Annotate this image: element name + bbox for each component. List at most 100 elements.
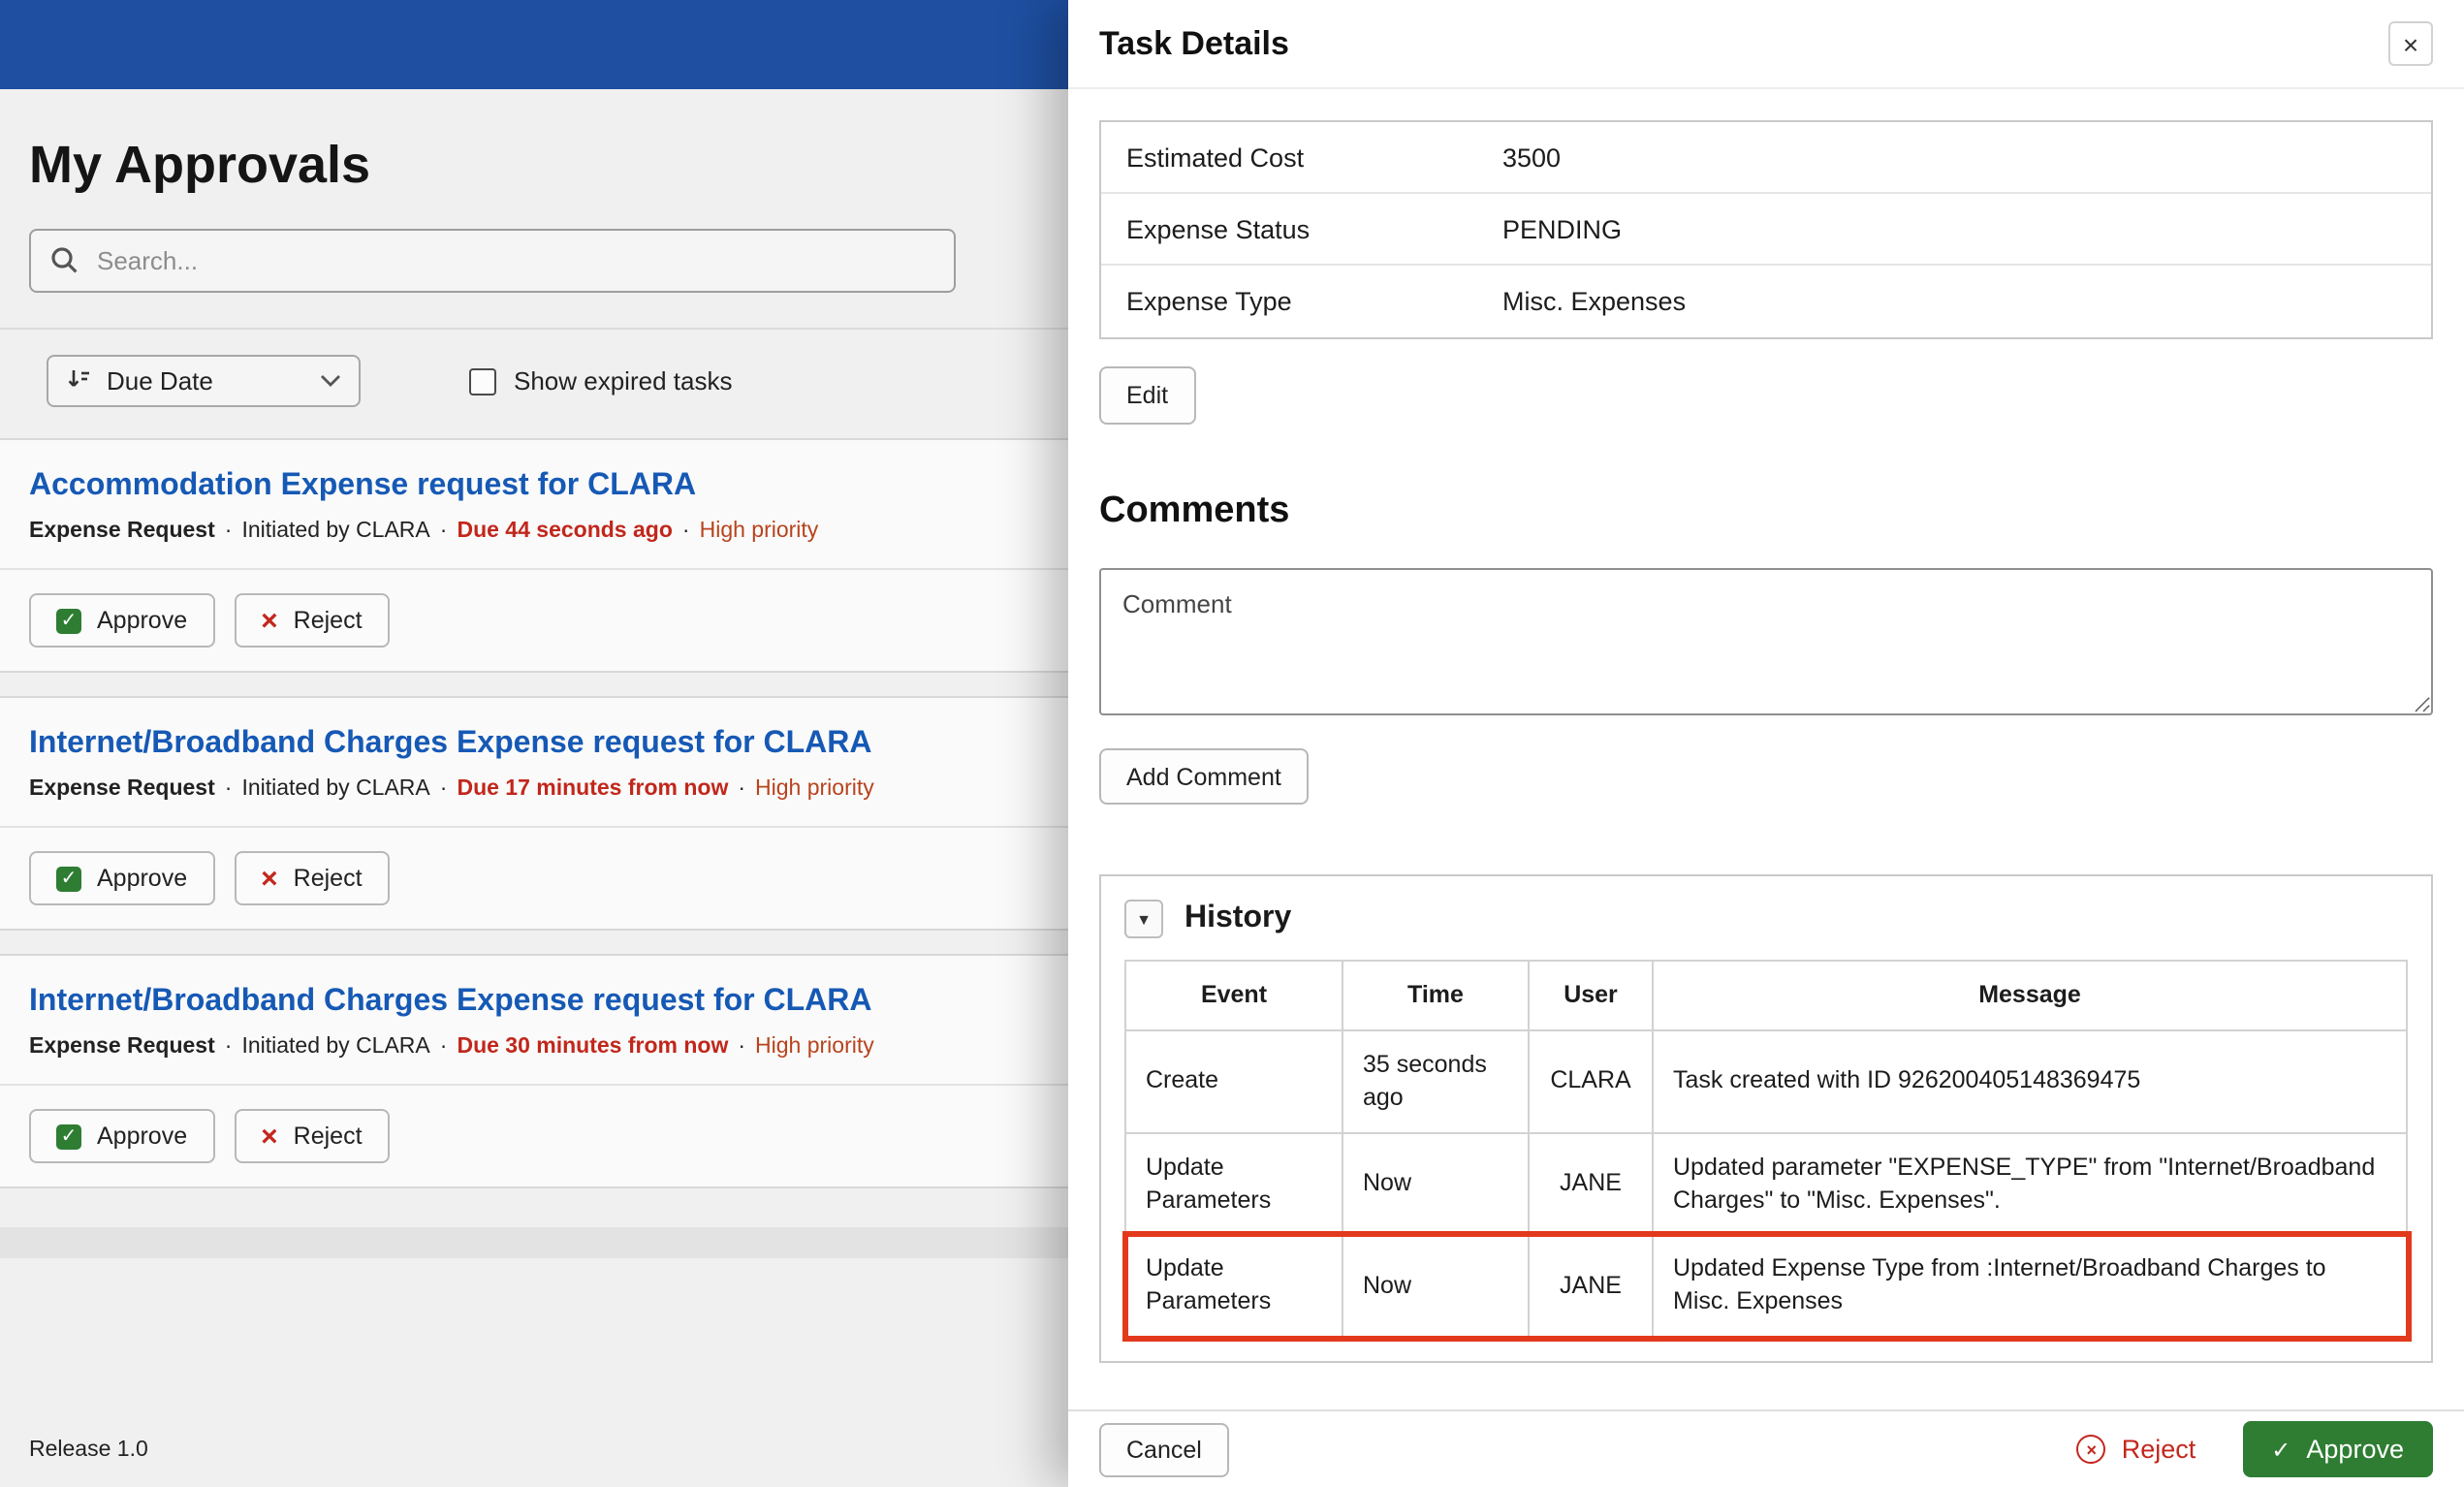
approve-task-button[interactable]: ✓ Approve	[2242, 1421, 2433, 1477]
history-row: Update Parameters Now JANE Updated param…	[1124, 1131, 2408, 1236]
separator: ·	[681, 520, 690, 543]
approve-label: Approve	[97, 607, 188, 634]
history-cell-message: Updated parameter "EXPENSE_TYPE" from "I…	[1652, 1131, 2408, 1236]
history-cell-time: Now	[1342, 1233, 1530, 1339]
task-priority: High priority	[755, 1035, 874, 1059]
history-cell-event: Update Parameters	[1124, 1233, 1343, 1339]
details-row: Expense Type Misc. Expenses	[1101, 266, 2431, 337]
history-row: Create 35 seconds ago CLARA Task created…	[1124, 1028, 2408, 1134]
history-col-header: Message	[1652, 960, 2408, 1031]
history-heading: History	[1185, 902, 1292, 934]
task-priority: High priority	[755, 777, 874, 801]
history-col-header: User	[1528, 960, 1654, 1031]
triangle-down-icon: ▼	[1136, 910, 1152, 928]
reject-label: Reject	[293, 607, 363, 634]
history-cell-time: Now	[1342, 1131, 1530, 1236]
details-label: Estimated Cost	[1126, 142, 1305, 172]
details-row: Estimated Cost 3500	[1101, 122, 2431, 194]
close-icon: ×	[2402, 28, 2419, 59]
history-cell-user: JANE	[1528, 1131, 1654, 1236]
history-cell-user: JANE	[1528, 1233, 1654, 1339]
reject-button[interactable]: × Reject	[234, 593, 390, 648]
task-type: Expense Request	[29, 777, 215, 801]
history-header-row: Event Time User Message	[1124, 960, 2408, 1031]
task-due: Due 44 seconds ago	[457, 520, 673, 543]
history-row-highlighted: Update Parameters Now JANE Updated Expen…	[1121, 1230, 2411, 1342]
x-icon: ×	[261, 1120, 278, 1153]
history-cell-message: Updated Expense Type from :Internet/Broa…	[1652, 1233, 2408, 1339]
check-icon: ✓	[56, 608, 81, 633]
details-label: Expense Type	[1126, 287, 1292, 316]
drawer-footer: Cancel × Reject ✓ Approve	[1068, 1409, 2464, 1487]
circled-x-icon: ×	[2076, 1435, 2106, 1464]
separator: ·	[439, 777, 448, 801]
approve-label: Approve	[97, 1123, 188, 1150]
reject-button[interactable]: × Reject	[234, 851, 390, 905]
show-expired-label: Show expired tasks	[514, 366, 733, 395]
task-due: Due 17 minutes from now	[457, 777, 729, 801]
reject-label: Reject	[293, 865, 363, 892]
details-row: Expense Status PENDING	[1101, 194, 2431, 266]
task-initiator: Initiated by CLARA	[241, 520, 430, 543]
history-collapse-button[interactable]: ▼	[1124, 900, 1163, 938]
separator: ·	[738, 777, 746, 801]
separator: ·	[439, 520, 448, 543]
approve-button[interactable]: ✓ Approve	[29, 851, 215, 905]
approve-button[interactable]: ✓ Approve	[29, 1109, 215, 1163]
task-details-drawer: Task Details × Estimated Cost 3500 Expen…	[1068, 0, 2464, 1487]
search-box	[29, 229, 956, 293]
drawer-header: Task Details ×	[1068, 0, 2464, 89]
search-input[interactable]	[29, 229, 956, 293]
approve-button[interactable]: ✓ Approve	[29, 593, 215, 648]
drawer-body: Estimated Cost 3500 Expense Status PENDI…	[1068, 89, 2464, 1409]
show-expired-row: Show expired tasks	[469, 366, 732, 395]
reject-button[interactable]: × Reject	[234, 1109, 390, 1163]
close-button[interactable]: ×	[2388, 21, 2433, 66]
reject-label: Reject	[2121, 1435, 2196, 1464]
task-type: Expense Request	[29, 1035, 215, 1059]
details-value: Misc. Expenses	[1502, 287, 1687, 316]
history-cell-event: Create	[1124, 1028, 1343, 1134]
history-cell-event: Update Parameters	[1124, 1131, 1343, 1236]
check-icon: ✓	[56, 866, 81, 891]
check-icon: ✓	[56, 1123, 81, 1149]
task-initiator: Initiated by CLARA	[241, 777, 430, 801]
search-icon	[48, 244, 79, 285]
show-expired-checkbox[interactable]	[469, 367, 496, 395]
release-version: Release 1.0	[29, 1439, 148, 1462]
separator: ·	[224, 1035, 233, 1059]
history-cell-time: 35 seconds ago	[1342, 1028, 1530, 1134]
chevron-down-icon	[320, 374, 341, 388]
task-initiator: Initiated by CLARA	[241, 1035, 430, 1059]
task-priority: High priority	[699, 520, 819, 543]
sort-label: Due Date	[107, 366, 213, 395]
details-table: Estimated Cost 3500 Expense Status PENDI…	[1099, 120, 2433, 339]
approve-label: Approve	[97, 865, 188, 892]
comments-heading: Comments	[1099, 490, 1290, 531]
sort-dropdown[interactable]: Due Date	[47, 355, 361, 407]
task-due: Due 30 minutes from now	[457, 1035, 729, 1059]
history-cell-user: CLARA	[1528, 1028, 1654, 1134]
reject-task-button[interactable]: × Reject	[2076, 1435, 2196, 1464]
details-label: Expense Status	[1126, 214, 1311, 243]
history-table: Event Time User Message Create 35 second…	[1121, 960, 2411, 1342]
details-value: PENDING	[1502, 214, 1623, 243]
history-col-header: Time	[1342, 960, 1530, 1031]
check-icon: ✓	[2271, 1436, 2291, 1463]
details-value: 3500	[1502, 142, 1562, 172]
add-comment-button[interactable]: Add Comment	[1099, 748, 1309, 805]
cancel-button[interactable]: Cancel	[1099, 1422, 1229, 1476]
screen: My Approvals Due Date Show expired tasks	[0, 0, 2464, 1487]
reject-label: Reject	[293, 1123, 363, 1150]
sort-icon	[66, 365, 91, 396]
footer-actions: × Reject ✓ Approve	[2076, 1421, 2433, 1477]
separator: ·	[224, 520, 233, 543]
edit-button[interactable]: Edit	[1099, 366, 1196, 425]
x-icon: ×	[261, 604, 278, 637]
approve-label: Approve	[2306, 1435, 2404, 1464]
drawer-title: Task Details	[1099, 24, 1289, 61]
separator: ·	[224, 777, 233, 801]
separator: ·	[439, 1035, 448, 1059]
x-icon: ×	[261, 862, 278, 895]
comment-input[interactable]	[1099, 568, 2433, 715]
